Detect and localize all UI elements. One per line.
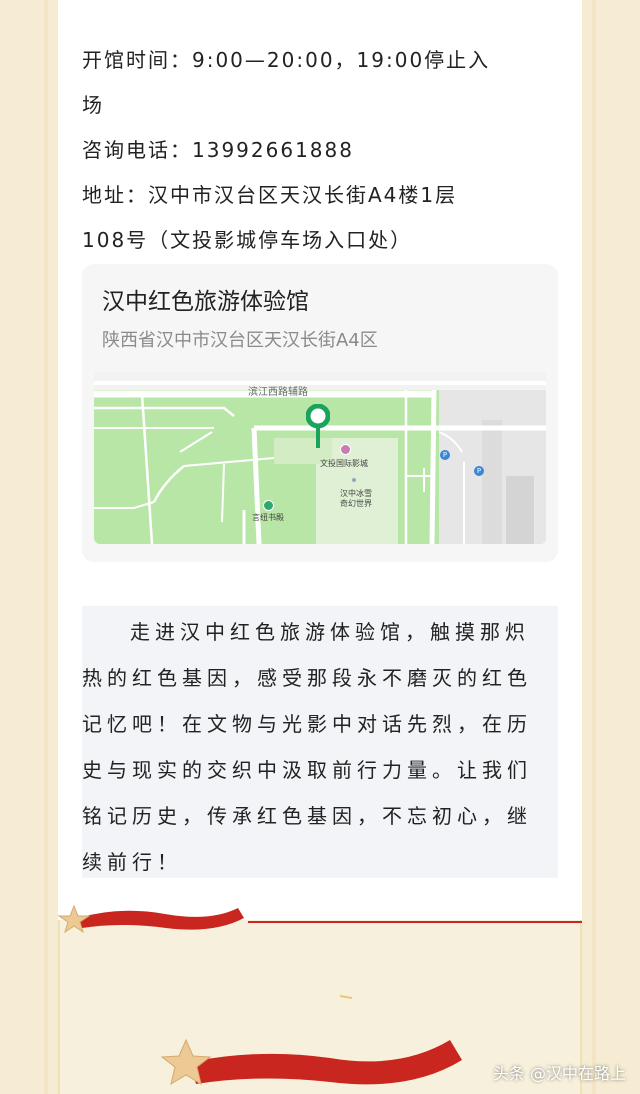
cinema-poi-icon (340, 444, 351, 455)
quote-line: 续前行！ (82, 850, 182, 874)
cinema-label: 文投国际影城 (320, 459, 368, 468)
ribbon-lower (190, 1040, 462, 1085)
star-icon (160, 1038, 212, 1086)
road-label: 滨江西路辅路 (248, 387, 308, 398)
bookstore-poi-icon (263, 500, 274, 511)
left-border-decoration (0, 0, 60, 1094)
bookstore-label: 言纽书殿 (252, 513, 284, 522)
quote-line: 铭记历史，传承红色基因，不忘初心，继 (82, 804, 532, 828)
quote-line: 记忆吧！在文物与光影中对话先烈，在历 (82, 712, 532, 736)
address-line-1: 地址：汉中市汉台区天汉长街A4楼1层 (82, 183, 458, 207)
map-location-card[interactable]: 汉中红色旅游体验馆 陕西省汉中市汉台区天汉长街A4区 滨江西路辅路 文投国际影城… (82, 264, 558, 562)
quote-line: 史与现实的交织中汲取前行力量。让我们 (82, 758, 532, 782)
address-line-2: 108号（文投影城停车场入口处） (82, 228, 413, 252)
parking-icon: P (440, 450, 450, 460)
source-watermark: 头条 @汉中在路上 (492, 1064, 626, 1083)
right-border-decoration (580, 0, 640, 1094)
opening-hours-line-1: 开馆时间：9:00—20:00，19:00停止入 (82, 48, 491, 72)
opening-hours-line-2: 场 (82, 93, 104, 117)
map-place-title: 汉中红色旅游体验馆 (102, 289, 309, 315)
ice-world-label-2: 奇幻世界 (340, 499, 372, 508)
quote-line: 热的红色基因，感受那段永不磨灭的红色 (82, 666, 532, 690)
map-image[interactable]: 滨江西路辅路 文投国际影城 汉中冰雪 奇幻世界 言纽书殿 P P (94, 372, 546, 544)
location-pin-icon (305, 403, 331, 452)
quote-block: 走进汉中红色旅游体验馆，触摸那炽 热的红色基因，感受那段永不磨灭的红色 记忆吧！… (82, 606, 558, 878)
map-place-address: 陕西省汉中市汉台区天汉长街A4区 (102, 330, 378, 351)
ice-world-dot (352, 478, 356, 482)
quote-line: 走进汉中红色旅游体验馆，触摸那炽 (130, 620, 530, 644)
content-card: 开馆时间：9:00—20:00，19:00停止入 场 咨询电话：13992661… (58, 0, 582, 920)
phone-line: 咨询电话：13992661888 (82, 138, 354, 162)
parking-icon: P (474, 466, 484, 476)
